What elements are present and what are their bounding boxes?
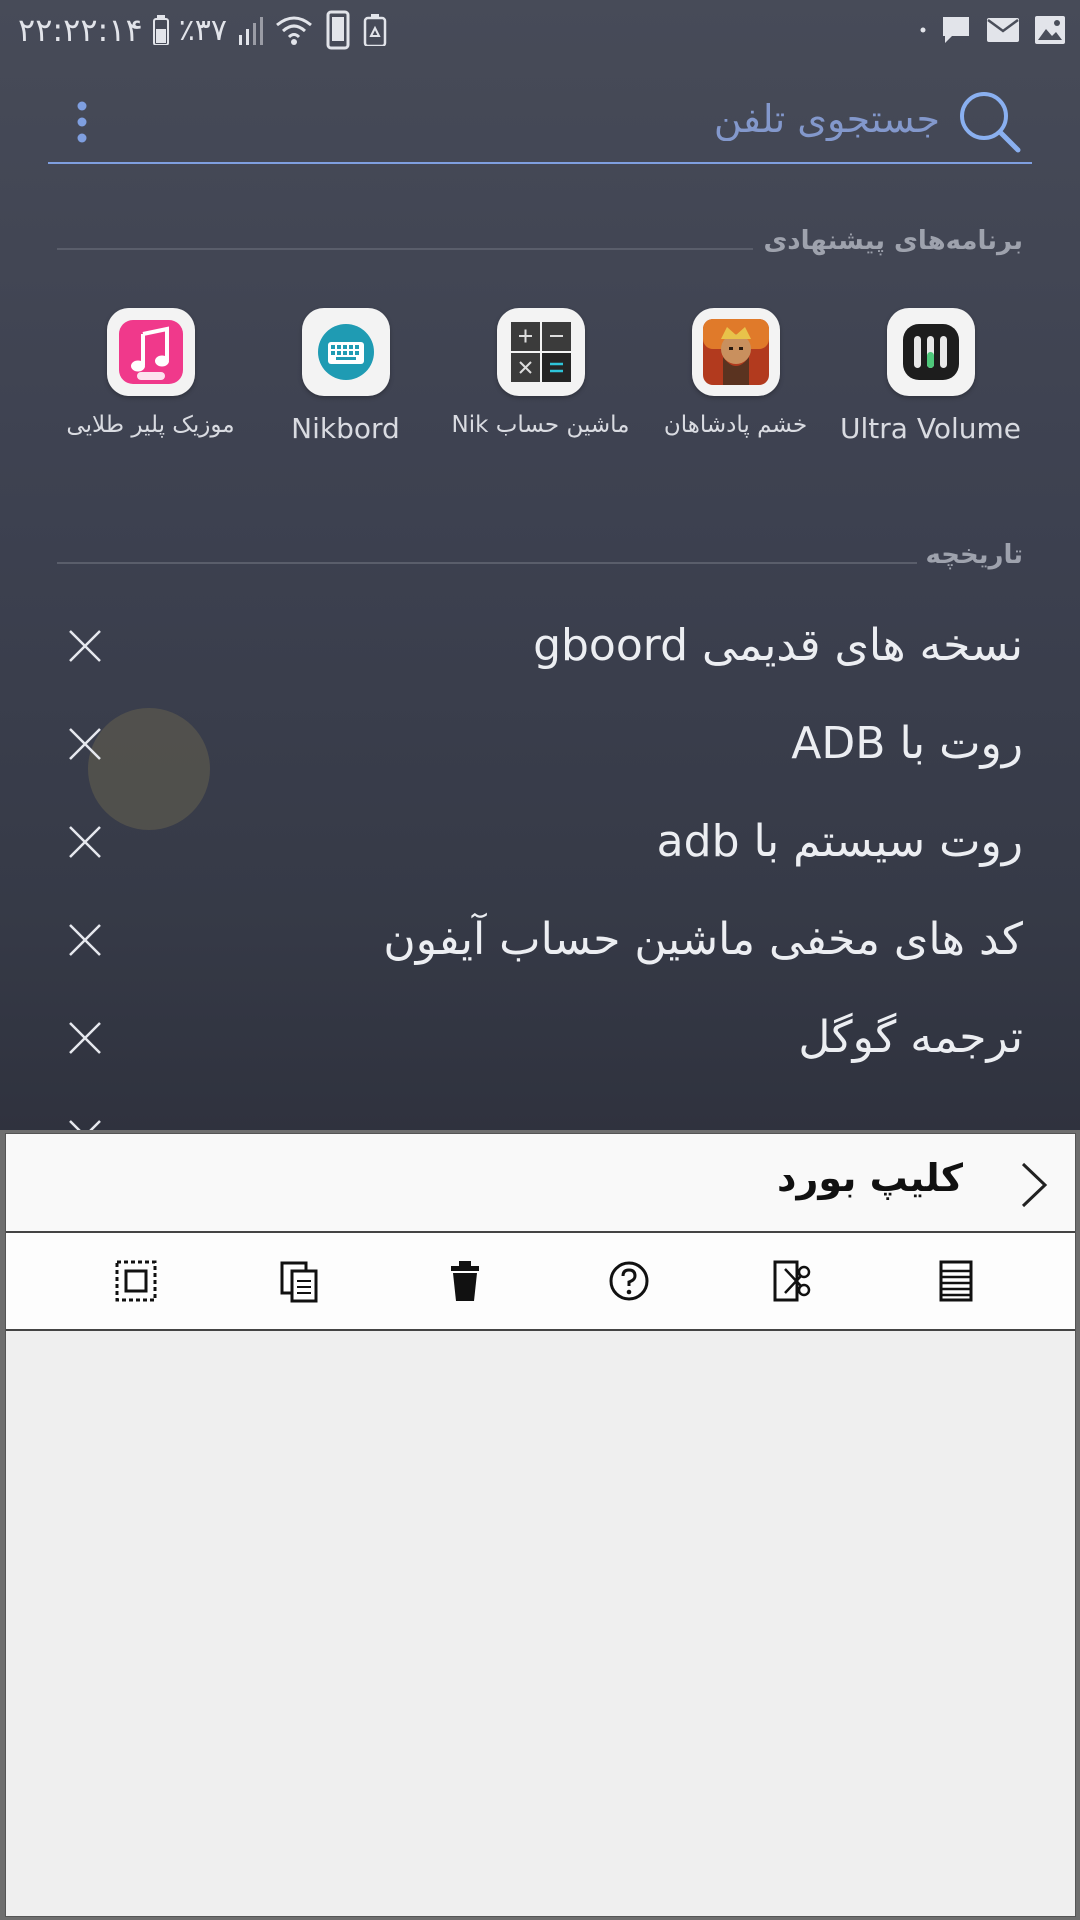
phone-icon xyxy=(326,10,350,50)
search-icon[interactable] xyxy=(958,90,1022,154)
keyboard-icon xyxy=(317,324,374,380)
more-options-icon[interactable] xyxy=(76,100,88,144)
history-item-text: ترجمه گوگل xyxy=(798,1012,1023,1063)
document-icon[interactable] xyxy=(934,1259,978,1303)
mail-icon xyxy=(987,18,1019,42)
history-item-text: کد های مخفی ماشین حساب آیفون xyxy=(383,914,1023,965)
chevron-right-icon[interactable] xyxy=(1013,1160,1053,1210)
copy-icon[interactable] xyxy=(278,1259,322,1303)
app-game-kings[interactable]: خشم پادشاهان xyxy=(638,308,833,438)
clipboard-title: کلیپ بورد xyxy=(776,1156,963,1200)
search-input[interactable] xyxy=(178,90,942,148)
history-item[interactable]: روت با ADB xyxy=(57,704,1023,784)
history-item[interactable]: نسخه های قدیمی gboord xyxy=(57,606,1023,686)
search-bar xyxy=(48,80,1032,164)
battery-icon xyxy=(152,15,169,45)
recycle-icon xyxy=(363,14,387,46)
cut-icon[interactable] xyxy=(771,1259,815,1303)
select-all-icon[interactable] xyxy=(114,1259,158,1303)
app-label: Nikbord xyxy=(291,412,400,445)
close-icon[interactable] xyxy=(67,1020,103,1056)
app-nik-calculator[interactable]: ماشین حساب Nik xyxy=(443,308,638,438)
history-item-text: روت با ADB xyxy=(791,718,1023,769)
delete-icon[interactable] xyxy=(443,1259,487,1303)
calculator-icon xyxy=(510,322,571,382)
history-item-text: روت سیستم با adb xyxy=(656,816,1023,867)
history-item[interactable]: ترجمه گوگل xyxy=(57,998,1023,1078)
signal-icon xyxy=(239,17,264,45)
battery-percent: ٪۳۷ xyxy=(178,12,228,48)
app-label: Ultra Volume xyxy=(840,412,1021,445)
app-label: خشم پادشاهان xyxy=(663,412,808,438)
history-item[interactable]: کد های مخفی ماشین حساب آیفون xyxy=(57,900,1023,980)
search-screen: ۲۲:۲۲:۱۴ ٪۳۷ برنامه‌های پیشنهادی Ultra V… xyxy=(0,0,1080,1135)
dot-icon xyxy=(920,27,926,33)
clipboard-header: کلیپ بورد xyxy=(6,1134,1075,1233)
clipboard-content-area[interactable] xyxy=(6,1331,1075,1916)
ultra-volume-icon xyxy=(902,324,959,380)
close-icon[interactable] xyxy=(67,628,103,664)
status-time: ۲۲:۲۲:۱۴ xyxy=(18,11,143,49)
close-icon[interactable] xyxy=(67,922,103,958)
app-label: ماشین حساب Nik xyxy=(451,412,630,438)
help-icon[interactable] xyxy=(607,1259,651,1303)
app-golden-music-player[interactable]: موزیک پلیر طلایی xyxy=(53,308,248,438)
clipboard-panel: کلیپ بورد xyxy=(0,1130,1080,1920)
wifi-icon xyxy=(276,16,312,45)
history-item[interactable]: روت سیستم با adb xyxy=(57,802,1023,882)
clipboard-toolbar xyxy=(6,1233,1075,1331)
history-header: تاریخچه xyxy=(57,540,1023,580)
app-label: موزیک پلیر طلایی xyxy=(66,412,235,438)
close-icon[interactable] xyxy=(67,824,103,860)
game-knight-icon xyxy=(702,319,769,385)
app-ultra-volume[interactable]: Ultra Volume xyxy=(833,308,1028,445)
music-player-icon xyxy=(118,320,183,384)
suggested-apps-header: برنامه‌های پیشنهادی xyxy=(57,226,1023,266)
history-title: تاریخچه xyxy=(925,540,1024,570)
image-icon xyxy=(1035,16,1065,44)
suggested-apps-title: برنامه‌های پیشنهادی xyxy=(763,226,1023,256)
status-bar: ۲۲:۲۲:۱۴ ٪۳۷ xyxy=(0,0,1080,60)
close-icon[interactable] xyxy=(67,726,103,762)
history-item-text: نسخه های قدیمی gboord xyxy=(533,620,1023,671)
chat-icon xyxy=(943,17,969,43)
app-nikbord[interactable]: Nikbord xyxy=(248,308,443,445)
